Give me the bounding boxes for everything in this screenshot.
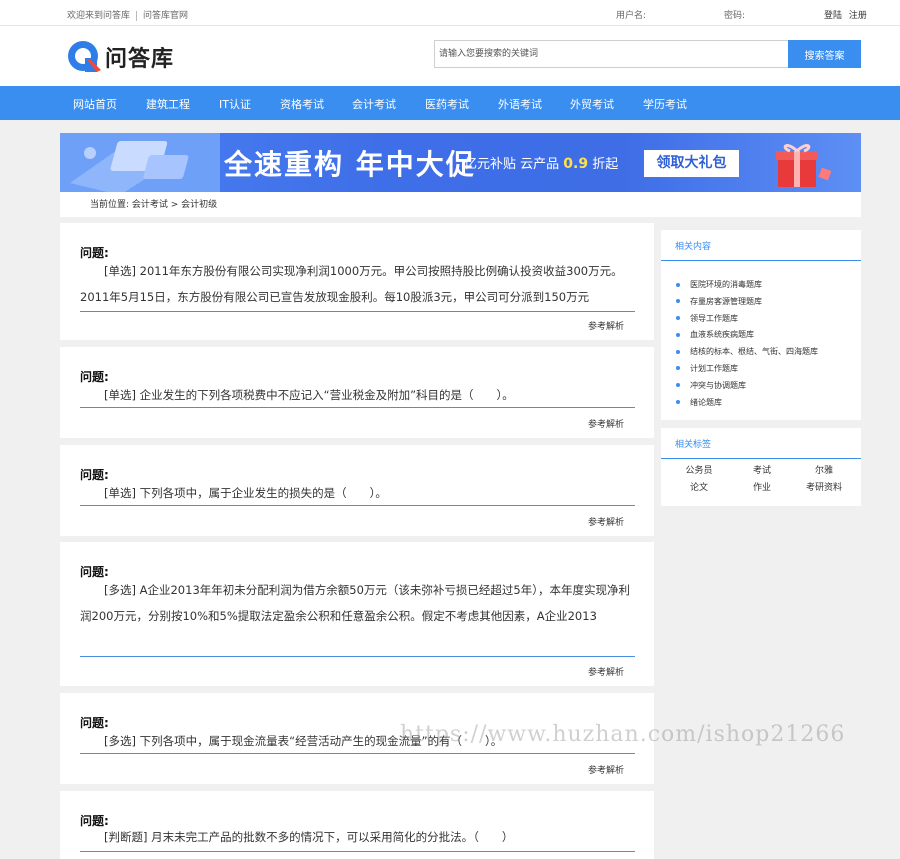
logo[interactable]: 问答库 — [67, 40, 174, 74]
divider — [80, 753, 635, 754]
list-item[interactable]: 计划工作题库 — [676, 361, 818, 378]
nav-item-trade[interactable]: 外贸考试 — [570, 96, 614, 112]
username-label: 用户名: — [616, 11, 647, 21]
divider — [80, 505, 635, 506]
question-text[interactable]: [单选] 2011年东方股份有限公司实现净利润1000万元。甲公司按照持股比例确… — [80, 258, 635, 310]
top-left-links: 欢迎来到问答库 问答库官网 — [67, 8, 188, 21]
list-item[interactable]: 绪论题库 — [676, 395, 818, 412]
divider — [661, 458, 861, 459]
list-item[interactable]: 结核的标本、根结、气街、四海题库 — [676, 344, 818, 361]
divider — [80, 407, 635, 408]
list-item[interactable]: 血液系统疾病题库 — [676, 327, 818, 344]
gift-box-icon — [776, 144, 832, 187]
related-list: 医院环境的消毒题库 存量房客源管理题库 领导工作题库 血液系统疾病题库 结核的标… — [676, 277, 818, 411]
question-text[interactable]: [单选] 企业发生的下列各项税费中不应记入“营业税金及附加”科目的是（ ）。 — [80, 382, 635, 408]
question-card: 问题: [单选] 企业发生的下列各项税费中不应记入“营业税金及附加”科目的是（ … — [60, 347, 654, 438]
list-item[interactable]: 医院环境的消毒题库 — [676, 277, 818, 294]
top-bar: 欢迎来到问答库 问答库官网 用户名: 密码: 登陆 注册 — [0, 0, 900, 26]
search-button[interactable]: 搜索答案 — [788, 40, 861, 68]
tag-link[interactable]: 尔雅 — [787, 463, 861, 476]
related-content-panel: 相关内容 医院环境的消毒题库 存量房客源管理题库 领导工作题库 血液系统疾病题库… — [661, 230, 861, 420]
divider — [136, 10, 138, 21]
banner-discount: 0.9 — [563, 156, 589, 172]
login-link[interactable]: 登陆 — [824, 11, 842, 21]
banner-subtitle: 亿元补贴 云产品 0.9 折起 — [464, 156, 619, 172]
nav-item-education[interactable]: 学历考试 — [643, 96, 687, 112]
reference-answer-link[interactable]: 参考解析 — [588, 319, 624, 332]
main-nav: 网站首页 建筑工程 IT认证 资格考试 会计考试 医药考试 外语考试 外贸考试 … — [0, 86, 900, 120]
related-tags-title: 相关标签 — [675, 440, 712, 450]
reference-answer-link[interactable]: 参考解析 — [588, 665, 624, 678]
nav-item-home[interactable]: 网站首页 — [73, 96, 117, 112]
promo-banner[interactable]: 全速重构 年中大促 亿元补贴 云产品 0.9 折起 领取大礼包 — [60, 133, 861, 192]
divider — [80, 656, 635, 657]
list-item[interactable]: 存量房客源管理题库 — [676, 294, 818, 311]
tag-link[interactable]: 作业 — [737, 480, 787, 493]
reference-answer-link[interactable]: 参考解析 — [588, 515, 624, 528]
search-input[interactable] — [434, 40, 788, 68]
tag-link[interactable]: 论文 — [661, 480, 737, 493]
question-card: 问题: [单选] 2011年东方股份有限公司实现净利润1000万元。甲公司按照持… — [60, 223, 654, 340]
related-tags-panel: 相关标签 公务员 考试 尔雅 论文 作业 考研资料 — [661, 428, 861, 506]
question-text[interactable]: [单选] 下列各项中，属于企业发生的损失的是（ ）。 — [80, 480, 635, 506]
reference-answer-link[interactable]: 参考解析 — [588, 763, 624, 776]
header: 问答库 搜索答案 — [0, 26, 900, 86]
tag-cloud: 公务员 考试 尔雅 论文 作业 考研资料 — [661, 463, 861, 493]
banner-cta-button[interactable]: 领取大礼包 — [644, 150, 739, 177]
logo-text: 问答库 — [105, 47, 175, 72]
tag-link[interactable]: 考试 — [737, 463, 787, 476]
question-card: 问题: [单选] 下列各项中，属于企业发生的损失的是（ ）。 参考解析 — [60, 445, 654, 536]
welcome-text: 欢迎来到问答库 — [67, 11, 131, 21]
divider — [661, 260, 861, 261]
question-card: 问题: [判断题] 月末未完工产品的批数不多的情况下，可以采用简化的分批法。（ … — [60, 791, 654, 859]
reference-answer-link[interactable]: 参考解析 — [588, 417, 624, 430]
tag-link[interactable]: 公务员 — [661, 463, 737, 476]
nav-item-accounting[interactable]: 会计考试 — [352, 96, 396, 112]
list-item[interactable]: 领导工作题库 — [676, 311, 818, 328]
auth-links: 登陆 注册 — [824, 8, 867, 21]
nav-item-qualification[interactable]: 资格考试 — [280, 96, 324, 112]
register-link[interactable]: 注册 — [849, 11, 867, 21]
related-content-title: 相关内容 — [675, 242, 712, 252]
banner-headline: 全速重构 年中大促 — [224, 148, 476, 181]
breadcrumb: 当前位置: 会计考试 > 会计初级 — [60, 192, 861, 217]
question-card: 问题: [多选] A企业2013年年初未分配利润为借方余额50万元（该未弥补亏损… — [60, 542, 654, 686]
logo-q-icon — [68, 41, 101, 72]
divider — [80, 851, 635, 852]
tag-link[interactable]: 考研资料 — [787, 480, 861, 493]
breadcrumb-text: 当前位置: 会计考试 > 会计初级 — [90, 200, 218, 210]
banner-illustration-icon — [60, 133, 220, 192]
search-bar: 搜索答案 — [434, 40, 861, 68]
password-label: 密码: — [724, 11, 746, 21]
nav-item-language[interactable]: 外语考试 — [498, 96, 542, 112]
nav-item-medicine[interactable]: 医药考试 — [425, 96, 469, 112]
question-text[interactable]: [多选] A企业2013年年初未分配利润为借方余额50万元（该未弥补亏损已经超过… — [80, 577, 635, 629]
nav-item-it-cert[interactable]: IT认证 — [219, 96, 251, 112]
nav-item-construction[interactable]: 建筑工程 — [146, 96, 190, 112]
list-item[interactable]: 冲突与协调题库 — [676, 378, 818, 395]
watermark: https://www.huzhan.com/ishop21266 — [400, 722, 846, 747]
divider — [80, 311, 635, 312]
question-text[interactable]: [判断题] 月末未完工产品的批数不多的情况下，可以采用简化的分批法。（ ） — [80, 824, 635, 850]
official-site-link[interactable]: 问答库官网 — [143, 11, 188, 21]
